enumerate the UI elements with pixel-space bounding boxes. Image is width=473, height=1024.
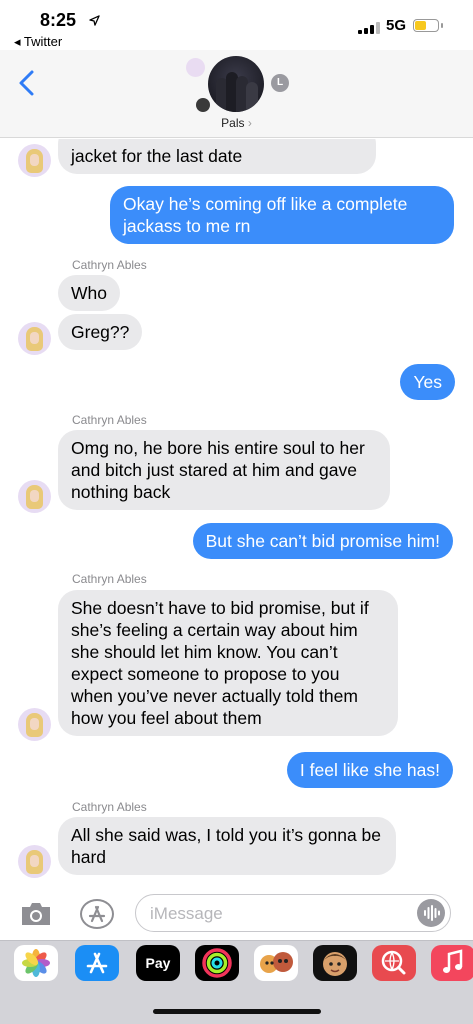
sender-avatar — [18, 322, 51, 355]
incoming-message[interactable]: All she said was, I told you it’s gonna … — [58, 817, 396, 875]
incoming-message[interactable]: She doesn’t have to bid promise, but if … — [58, 590, 398, 736]
chevron-right-icon: › — [247, 116, 252, 130]
group-name-button[interactable]: Pals › — [0, 116, 473, 130]
camera-icon[interactable] — [19, 901, 53, 927]
app-store-icon[interactable] — [75, 945, 119, 981]
sender-name: Cathryn Ables — [72, 800, 147, 814]
network-type: 5G — [386, 17, 407, 34]
incoming-message[interactable]: Greg?? — [58, 314, 143, 350]
incoming-message[interactable]: jacket for the last date — [58, 139, 376, 174]
outgoing-message[interactable]: I feel like she has! — [286, 752, 453, 788]
sender-name: Cathryn Ables — [72, 258, 147, 272]
sender-avatar — [18, 845, 51, 878]
incoming-message[interactable]: Who — [58, 275, 120, 311]
member-avatar — [196, 98, 210, 112]
group-name: Pals — [221, 116, 245, 130]
photos-icon[interactable] — [14, 945, 58, 981]
sender-name: Cathryn Ables — [72, 413, 147, 427]
apple-pay-label: Pay — [145, 955, 171, 971]
battery-icon — [413, 19, 443, 32]
member-initial-avatar: L — [271, 74, 289, 92]
audio-message-icon[interactable] — [417, 899, 445, 927]
status-time: 8:25 — [40, 10, 77, 30]
back-chevron-icon[interactable] — [16, 68, 38, 98]
outgoing-message[interactable]: Okay he’s coming off like a complete jac… — [110, 186, 454, 244]
back-to-twitter-link[interactable]: ◂ Twitter — [14, 34, 62, 50]
cellular-signal-icon — [358, 22, 380, 34]
activity-icon[interactable] — [195, 945, 239, 981]
imessage-placeholder: iMessage — [150, 904, 223, 923]
sender-avatar — [18, 144, 51, 177]
imessage-app-drawer: Pay — [0, 940, 473, 1024]
member-avatar — [186, 58, 205, 77]
apple-pay-icon[interactable]: Pay — [136, 945, 180, 981]
web-search-icon[interactable] — [372, 945, 416, 981]
location-arrow-icon — [89, 13, 100, 29]
sender-name: Cathryn Ables — [72, 572, 147, 586]
group-avatar[interactable] — [208, 56, 264, 112]
sender-avatar — [18, 708, 51, 741]
outgoing-message[interactable]: Yes — [400, 364, 455, 400]
outgoing-message[interactable]: But she can’t bid promise him! — [192, 523, 453, 559]
message-input-bar: iMessage — [0, 884, 473, 942]
music-icon[interactable] — [431, 945, 473, 981]
message-thread[interactable]: jacket for the last date Okay he’s comin… — [0, 139, 473, 884]
imessage-input[interactable]: iMessage — [135, 894, 451, 932]
app-store-apps-icon[interactable] — [80, 899, 114, 929]
memoji-stickers-icon[interactable] — [313, 945, 357, 981]
incoming-message[interactable]: Omg no, he bore his entire soul to her a… — [58, 430, 390, 510]
sender-avatar — [18, 480, 51, 513]
home-indicator[interactable] — [153, 1009, 321, 1014]
status-bar: 8:25 ◂ Twitter 5G — [0, 0, 473, 50]
memoji-icon[interactable] — [254, 945, 298, 981]
conversation-header: L Pals › — [0, 50, 473, 138]
